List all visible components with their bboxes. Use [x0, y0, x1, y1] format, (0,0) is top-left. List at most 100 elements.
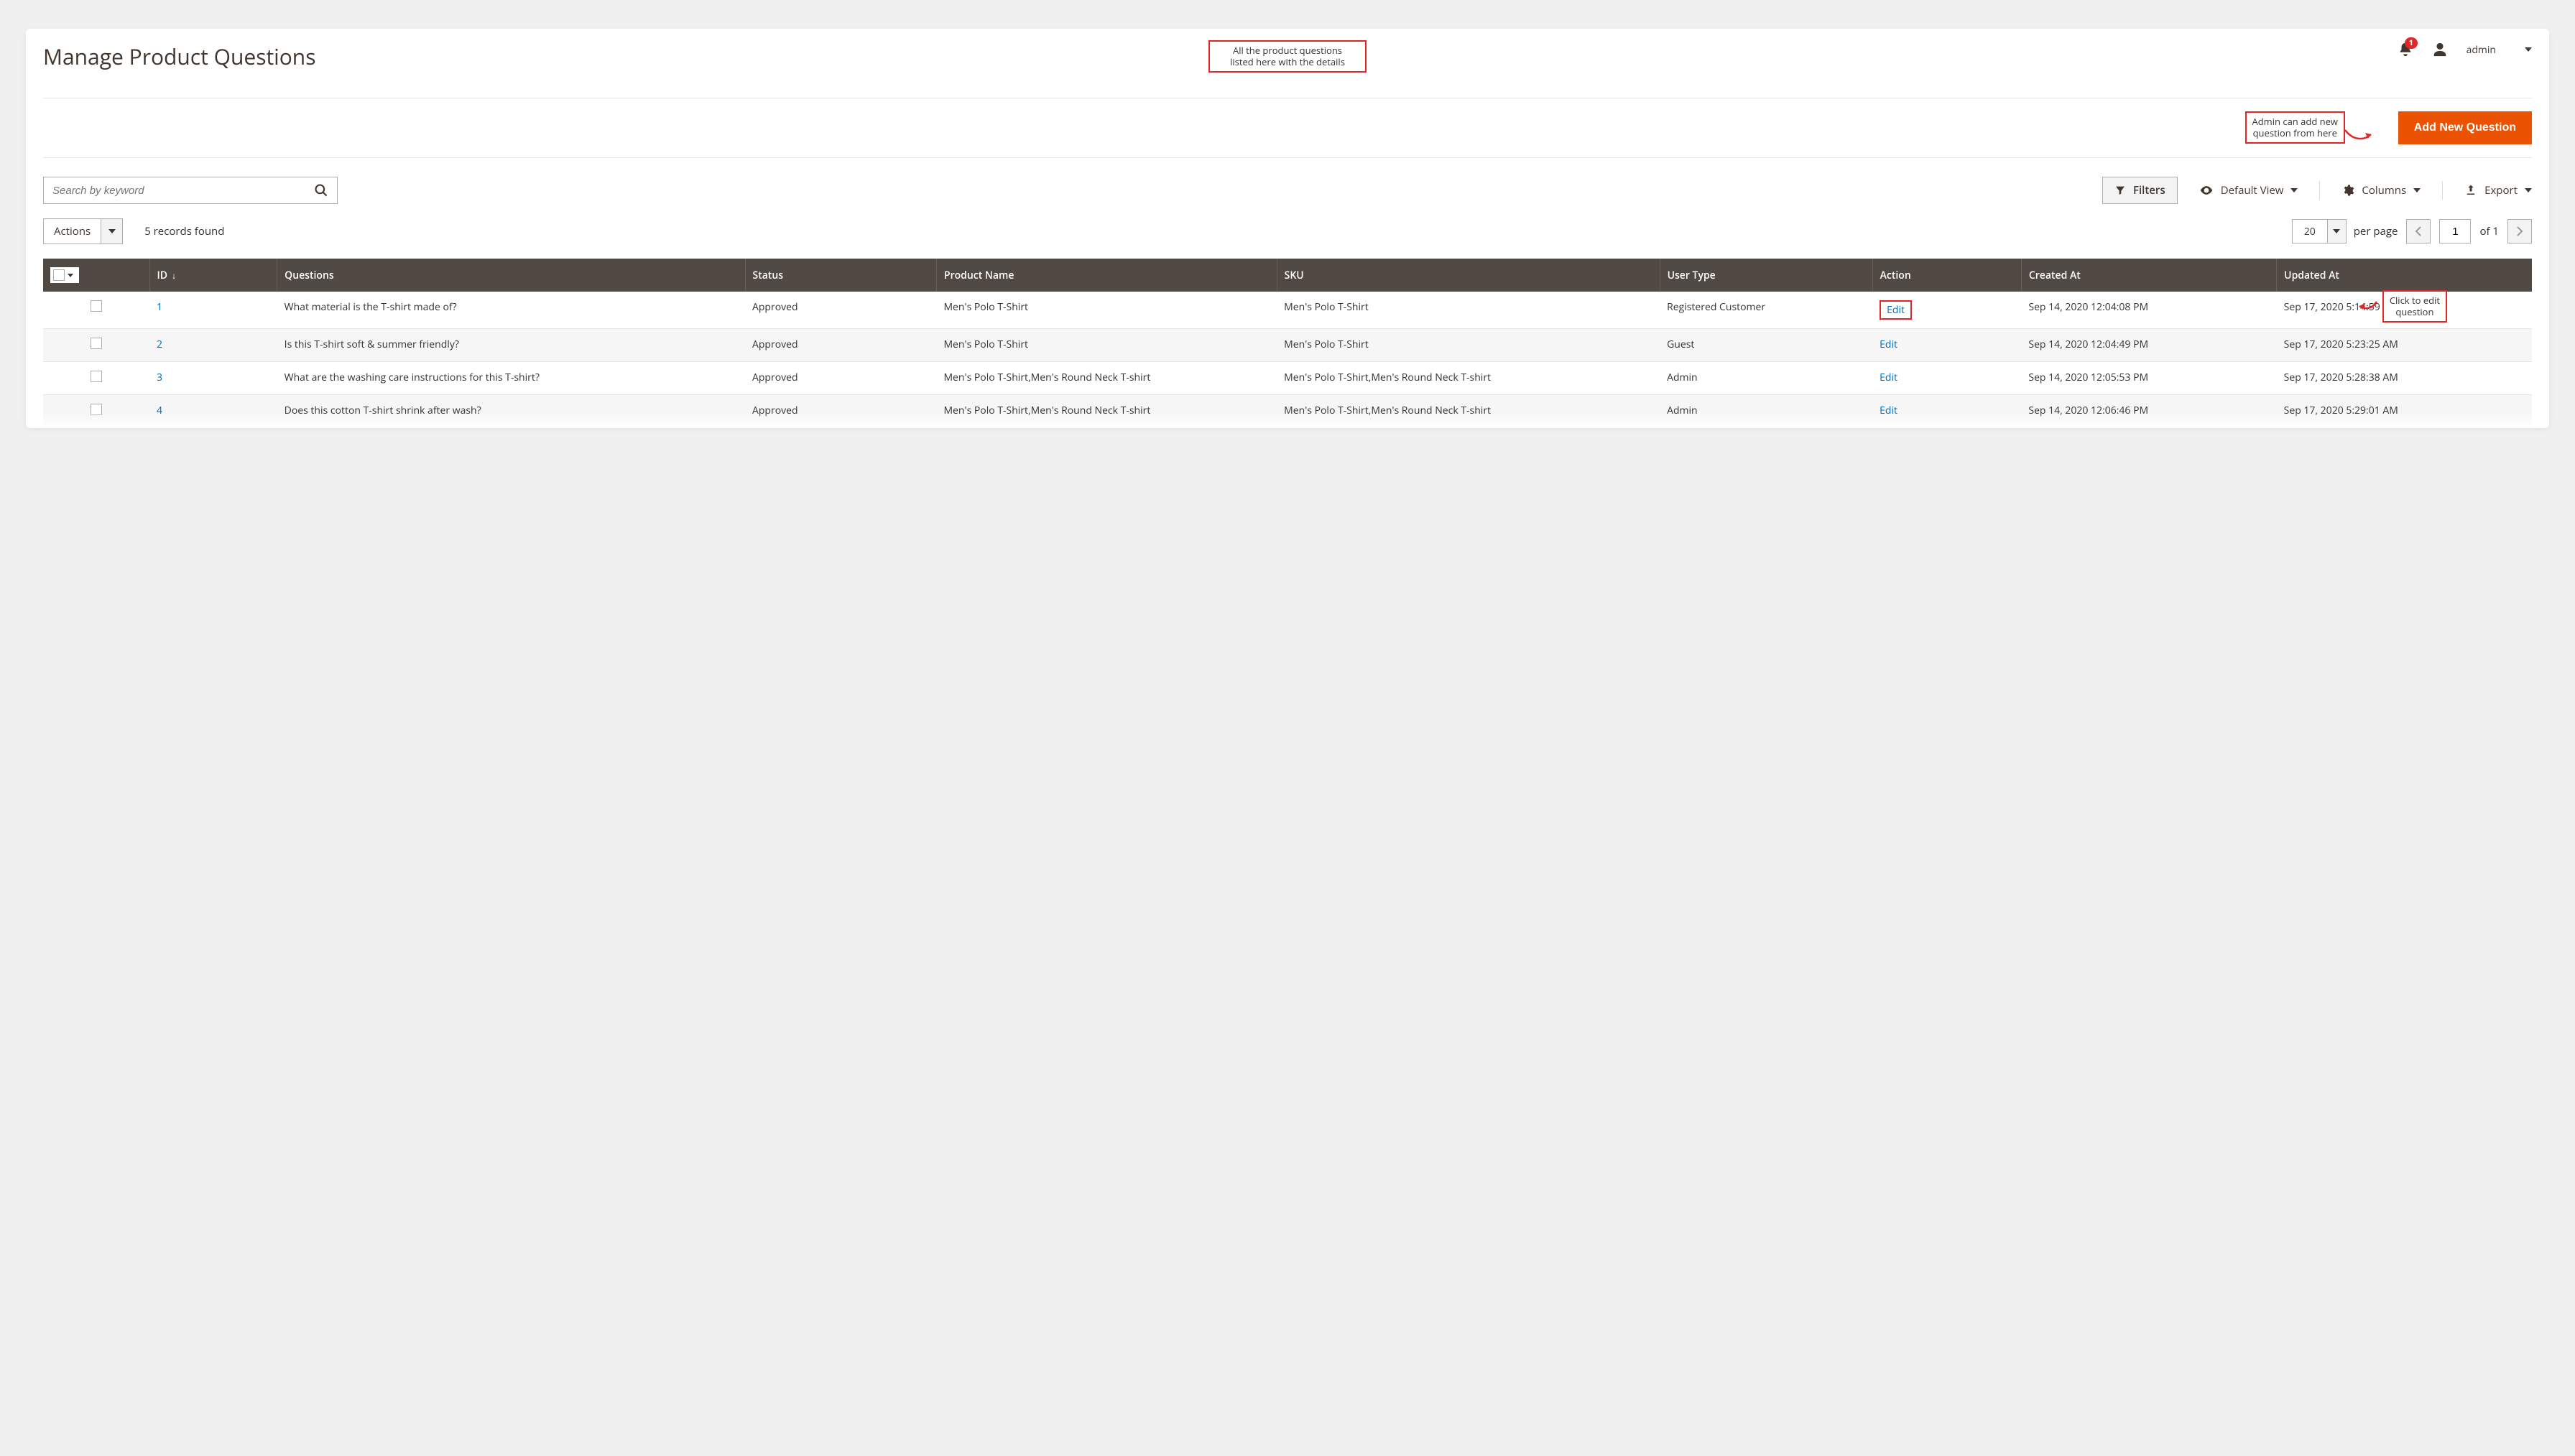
next-page-button[interactable]	[2507, 219, 2532, 244]
table-row: 1What material is the T-shirt made of?Ap…	[43, 292, 2532, 329]
row-checkbox[interactable]	[91, 300, 102, 312]
col-created-at[interactable]: Created At	[2021, 259, 2276, 292]
search-icon	[314, 183, 328, 198]
cell-sku: Men's Polo T-Shirt,Men's Round Neck T-sh…	[1277, 395, 1660, 428]
bulk-actions-label: Actions	[44, 219, 101, 244]
cell-updated: Sep 17, 2020 5:23:25 AM	[2277, 329, 2532, 362]
col-questions[interactable]: Questions	[277, 259, 745, 292]
notifications-button[interactable]: 1	[2398, 42, 2413, 57]
edit-link[interactable]: Edit	[1887, 303, 1905, 317]
annotation-add-question: Admin can add new question from here	[2245, 111, 2346, 144]
notification-badge: 1	[2405, 37, 2418, 49]
export-icon	[2464, 184, 2477, 197]
filters-label: Filters	[2133, 183, 2165, 198]
col-sku[interactable]: SKU	[1277, 259, 1660, 292]
admin-username: admin	[2467, 43, 2496, 57]
chevron-down-icon	[2525, 188, 2532, 193]
row-id-link[interactable]: 2	[157, 338, 162, 351]
cell-user-type: Admin	[1660, 362, 1872, 395]
filters-button[interactable]: Filters	[2102, 177, 2178, 204]
cell-user-type: Admin	[1660, 395, 1872, 428]
cell-status: Approved	[745, 329, 936, 362]
cell-question: What are the washing care instructions f…	[277, 362, 745, 395]
cell-status: Approved	[745, 362, 936, 395]
cell-product: Men's Polo T-Shirt,Men's Round Neck T-sh…	[936, 362, 1277, 395]
cell-question: Does this cotton T-shirt shrink after wa…	[277, 395, 745, 428]
annotation-listing: All the product questions listed here wi…	[1208, 40, 1367, 73]
table-row: 3 What are the washing care instructions …	[43, 362, 2532, 395]
columns-dropdown[interactable]: Columns	[2341, 183, 2421, 198]
bulk-actions-dropdown[interactable]: Actions	[43, 218, 123, 244]
cell-status: Approved	[745, 395, 936, 428]
funnel-icon	[2114, 185, 2126, 196]
cell-product: Men's Polo T-Shirt	[936, 292, 1277, 329]
cell-updated: Sep 17, 2020 5:29:01 AM	[2277, 395, 2532, 428]
row-id-link[interactable]: 3	[157, 371, 162, 384]
cell-created: Sep 14, 2020 12:05:53 PM	[2021, 362, 2276, 395]
default-view-dropdown[interactable]: Default View	[2199, 183, 2298, 198]
edit-link[interactable]: Edit	[1880, 338, 1897, 351]
questions-table: ID↓ Questions Status Product Name SKU Us…	[43, 259, 2532, 428]
cell-product: Men's Polo T-Shirt	[936, 329, 1277, 362]
chevron-left-icon	[2415, 226, 2422, 236]
search-wrap	[43, 177, 338, 204]
col-id[interactable]: ID↓	[149, 259, 277, 292]
cell-created: Sep 14, 2020 12:04:08 PM	[2021, 292, 2276, 329]
row-checkbox[interactable]	[91, 338, 102, 349]
page-total: of 1	[2479, 224, 2499, 238]
default-view-label: Default View	[2221, 183, 2284, 198]
chevron-down-icon	[2413, 188, 2421, 193]
user-icon	[2432, 42, 2448, 57]
table-row: 4 Does this cotton T-shirt shrink after w…	[43, 395, 2532, 428]
col-product-name[interactable]: Product Name	[936, 259, 1277, 292]
edit-link[interactable]: Edit	[1880, 404, 1897, 417]
admin-dropdown[interactable]: admin	[2467, 43, 2532, 57]
page-number-input[interactable]	[2439, 219, 2471, 244]
cell-sku: Men's Polo T-Shirt	[1277, 329, 1660, 362]
chevron-down-icon	[101, 219, 122, 244]
prev-page-button[interactable]	[2406, 219, 2431, 244]
page-size-dropdown[interactable]: 20	[2292, 219, 2347, 244]
separator	[2442, 181, 2443, 200]
cell-product: Men's Polo T-Shirt,Men's Round Neck T-sh…	[936, 395, 1277, 428]
per-page-label: per page	[2354, 224, 2398, 238]
col-updated-at[interactable]: Updated At	[2277, 259, 2532, 292]
chevron-down-icon	[2327, 220, 2346, 243]
cell-user-type: Guest	[1660, 329, 1872, 362]
col-user-type[interactable]: User Type	[1660, 259, 1872, 292]
account-button[interactable]	[2432, 42, 2448, 57]
checkbox-icon	[53, 269, 65, 281]
col-action[interactable]: Action	[1872, 259, 2021, 292]
chevron-right-icon	[2516, 226, 2523, 236]
cell-created: Sep 14, 2020 12:04:49 PM	[2021, 329, 2276, 362]
chevron-down-icon	[2525, 47, 2532, 52]
cell-updated: Sep 17, 2020 5:28:38 AM	[2277, 362, 2532, 395]
row-id-link[interactable]: 1	[157, 300, 162, 314]
eye-icon	[2199, 183, 2214, 198]
cell-question: Is this T-shirt soft & summer friendly?	[277, 329, 745, 362]
records-found: 5 records found	[144, 224, 224, 238]
col-select-all[interactable]	[43, 259, 149, 292]
search-button[interactable]	[305, 177, 337, 203]
cell-user-type: Registered Customer	[1660, 292, 1872, 329]
edit-link[interactable]: Edit	[1880, 371, 1897, 384]
row-checkbox[interactable]	[91, 404, 102, 415]
row-id-link[interactable]: 4	[157, 404, 162, 417]
annotation-edit: Click to edit question	[2382, 290, 2447, 323]
chevron-down-icon	[2290, 188, 2298, 193]
col-status[interactable]: Status	[745, 259, 936, 292]
cell-status: Approved	[745, 292, 936, 329]
row-checkbox[interactable]	[91, 371, 102, 382]
table-row: 2 Is this T-shirt soft & summer friendly?…	[43, 329, 2532, 362]
separator	[2319, 181, 2320, 200]
cell-sku: Men's Polo T-Shirt,Men's Round Neck T-sh…	[1277, 362, 1660, 395]
add-new-question-button[interactable]: Add New Question	[2398, 111, 2532, 144]
chevron-down-icon	[68, 274, 73, 277]
search-input[interactable]	[44, 185, 305, 197]
cell-created: Sep 14, 2020 12:06:46 PM	[2021, 395, 2276, 428]
export-dropdown[interactable]: Export	[2464, 183, 2532, 198]
sort-desc-icon: ↓	[172, 269, 176, 282]
columns-label: Columns	[2362, 183, 2406, 198]
gear-icon	[2341, 184, 2354, 197]
export-label: Export	[2484, 183, 2518, 198]
